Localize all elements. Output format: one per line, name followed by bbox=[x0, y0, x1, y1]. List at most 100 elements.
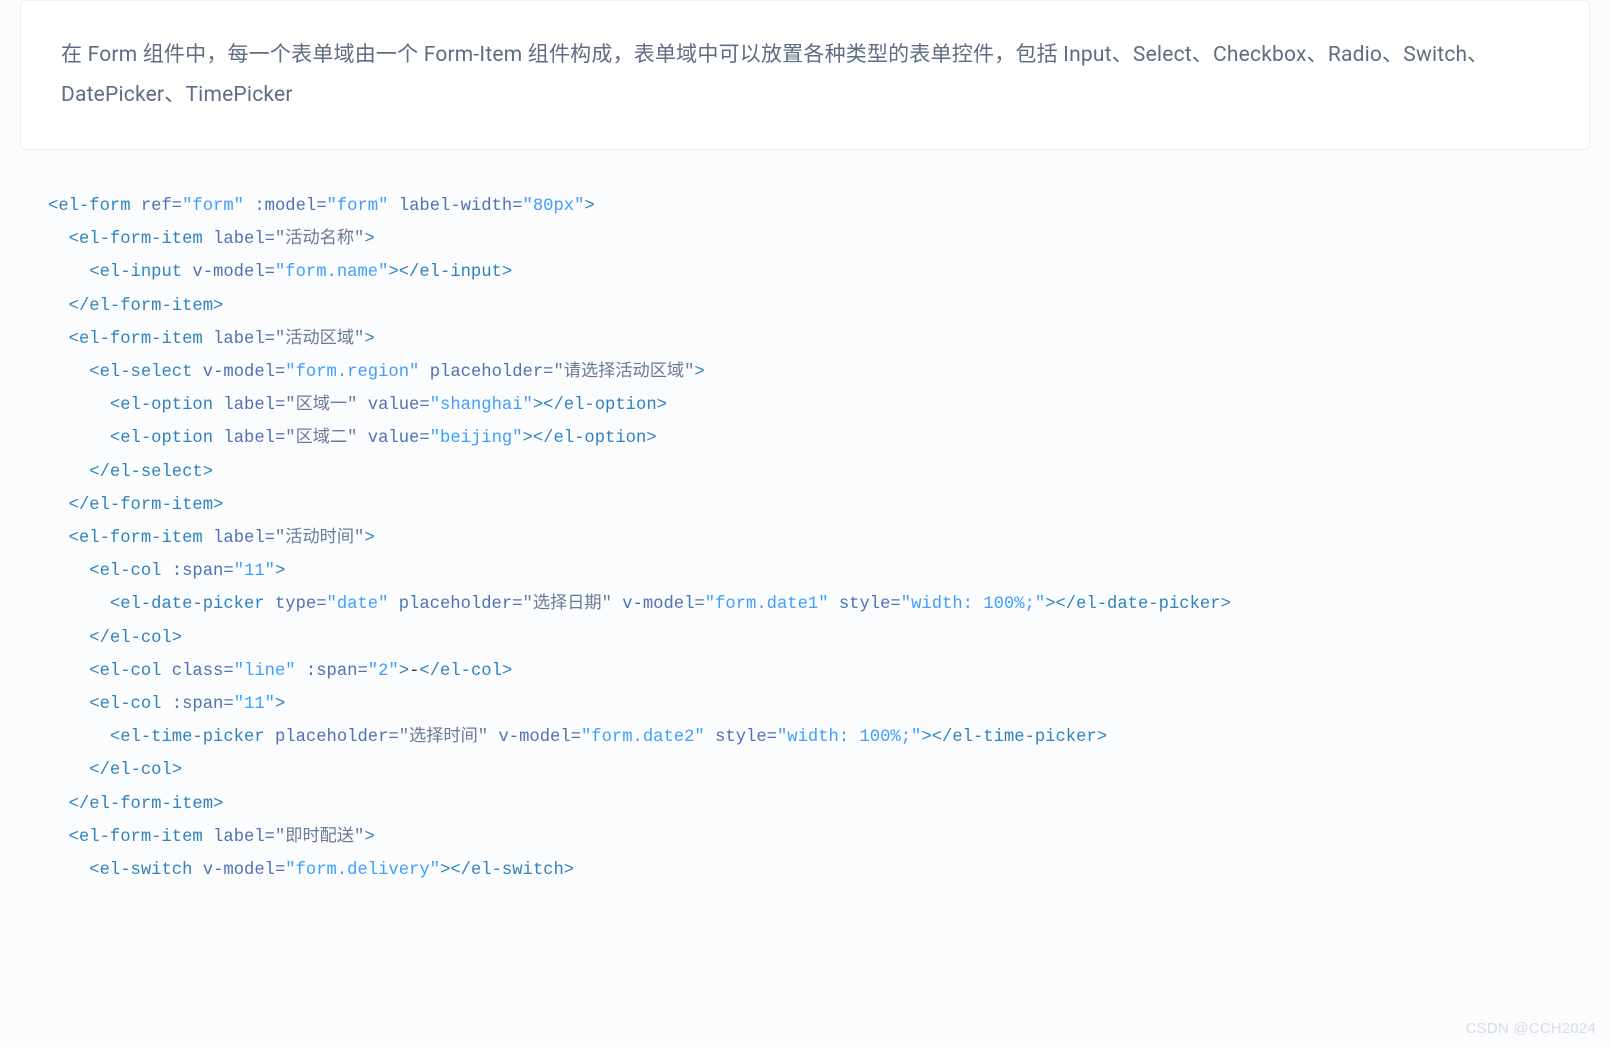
code-token: </el-form-item> bbox=[69, 795, 224, 814]
code-token: label= bbox=[213, 230, 275, 249]
code-token: <el-form-item bbox=[69, 529, 203, 548]
code-token: label= bbox=[223, 396, 285, 415]
code-pre: <el-form ref="form" :model="form" label-… bbox=[48, 190, 1562, 887]
code-token: "shanghai" bbox=[430, 396, 533, 415]
watermark-text: CSDN @CCH2024 bbox=[1466, 1020, 1596, 1037]
code-token: value= bbox=[368, 396, 430, 415]
code-token: > bbox=[275, 695, 285, 714]
code-token: "width: 100%;" bbox=[901, 595, 1045, 614]
code-token: "区域二" bbox=[285, 429, 357, 448]
code-token: </el-select> bbox=[89, 463, 213, 482]
code-token: <el-col bbox=[89, 562, 161, 581]
code-token: "2" bbox=[368, 662, 399, 681]
code-token: > bbox=[440, 861, 450, 880]
code-token: "form" bbox=[182, 197, 244, 216]
code-token: </el-option> bbox=[543, 396, 667, 415]
code-token: "请选择活动区域" bbox=[553, 363, 694, 382]
code-token: "form.date1" bbox=[705, 595, 829, 614]
code-token: > bbox=[388, 263, 398, 282]
code-token: <el-col bbox=[89, 662, 161, 681]
code-token: </el-col> bbox=[89, 761, 182, 780]
code-token: "form" bbox=[327, 197, 389, 216]
code-token: :span= bbox=[172, 695, 234, 714]
code-token: > bbox=[275, 562, 285, 581]
code-token: </el-time-picker> bbox=[932, 728, 1107, 747]
code-token: <el-date-picker bbox=[110, 595, 265, 614]
description-text: 在 Form 组件中，每一个表单域由一个 Form-Item 组件构成，表单域中… bbox=[61, 35, 1549, 115]
code-token: <el-option bbox=[110, 396, 213, 415]
code-token: "选择日期" bbox=[523, 595, 612, 614]
code-token: placeholder= bbox=[275, 728, 399, 747]
code-token: "width: 100%;" bbox=[777, 728, 921, 747]
code-token: "即时配送" bbox=[275, 828, 364, 847]
code-token: > bbox=[364, 230, 374, 249]
code-token: label-width= bbox=[399, 197, 523, 216]
code-token: v-model= bbox=[203, 363, 286, 382]
code-token: </el-input> bbox=[399, 263, 512, 282]
code-token: "form.date2" bbox=[581, 728, 705, 747]
code-token: <el-input bbox=[89, 263, 182, 282]
code-token: > bbox=[533, 396, 543, 415]
code-token: <el-form bbox=[48, 197, 131, 216]
code-token: label= bbox=[213, 529, 275, 548]
code-token: > bbox=[523, 429, 533, 448]
code-token: </el-form-item> bbox=[69, 496, 224, 515]
code-token: "form.name" bbox=[275, 263, 388, 282]
code-token: </el-form-item> bbox=[69, 297, 224, 316]
code-token: </el-switch> bbox=[450, 861, 574, 880]
code-token: </el-date-picker> bbox=[1055, 595, 1230, 614]
code-token: "11" bbox=[234, 695, 275, 714]
code-token: <el-form-item bbox=[69, 330, 203, 349]
code-token: class= bbox=[172, 662, 234, 681]
description-card: 在 Form 组件中，每一个表单域由一个 Form-Item 组件构成，表单域中… bbox=[20, 0, 1590, 150]
code-token: "form.delivery" bbox=[285, 861, 440, 880]
code-token: label= bbox=[213, 330, 275, 349]
code-token: "beijing" bbox=[430, 429, 523, 448]
code-block: <el-form ref="form" :model="form" label-… bbox=[0, 150, 1610, 887]
code-token: v-model= bbox=[498, 728, 581, 747]
code-token: value= bbox=[368, 429, 430, 448]
code-token: <el-select bbox=[89, 363, 192, 382]
code-token: :span= bbox=[172, 562, 234, 581]
code-token: "11" bbox=[234, 562, 275, 581]
code-token: > bbox=[364, 828, 374, 847]
code-token: <el-col bbox=[89, 695, 161, 714]
code-token: "选择时间" bbox=[399, 728, 488, 747]
code-token: ref= bbox=[141, 197, 182, 216]
code-token: "区域一" bbox=[285, 396, 357, 415]
code-token: "80px" bbox=[523, 197, 585, 216]
code-token: - bbox=[409, 662, 419, 681]
code-token: <el-option bbox=[110, 429, 213, 448]
code-token: > bbox=[399, 662, 409, 681]
code-token: v-model= bbox=[203, 861, 286, 880]
code-token: type= bbox=[275, 595, 327, 614]
code-token: placeholder= bbox=[399, 595, 523, 614]
code-token: > bbox=[694, 363, 704, 382]
code-token: "date" bbox=[327, 595, 389, 614]
code-token: label= bbox=[223, 429, 285, 448]
code-token: "活动名称" bbox=[275, 230, 364, 249]
code-token: placeholder= bbox=[430, 363, 554, 382]
code-token: :span= bbox=[306, 662, 368, 681]
page-root: 在 Form 组件中，每一个表单域由一个 Form-Item 组件构成，表单域中… bbox=[0, 0, 1610, 1047]
code-token: "form.region" bbox=[285, 363, 419, 382]
code-token: <el-form-item bbox=[69, 828, 203, 847]
code-token: <el-form-item bbox=[69, 230, 203, 249]
code-token: <el-switch bbox=[89, 861, 192, 880]
code-token: v-model= bbox=[192, 263, 275, 282]
code-token: "活动区域" bbox=[275, 330, 364, 349]
code-token: > bbox=[1045, 595, 1055, 614]
code-token: label= bbox=[213, 828, 275, 847]
code-token: "line" bbox=[234, 662, 296, 681]
code-token: style= bbox=[839, 595, 901, 614]
code-token: "活动时间" bbox=[275, 529, 364, 548]
code-token: </el-option> bbox=[533, 429, 657, 448]
code-token: v-model= bbox=[622, 595, 705, 614]
code-token: <el-time-picker bbox=[110, 728, 265, 747]
code-token: style= bbox=[715, 728, 777, 747]
code-token: </el-col> bbox=[419, 662, 512, 681]
code-token: > bbox=[364, 529, 374, 548]
code-token: </el-col> bbox=[89, 629, 182, 648]
code-token: > bbox=[364, 330, 374, 349]
code-token: > bbox=[921, 728, 931, 747]
